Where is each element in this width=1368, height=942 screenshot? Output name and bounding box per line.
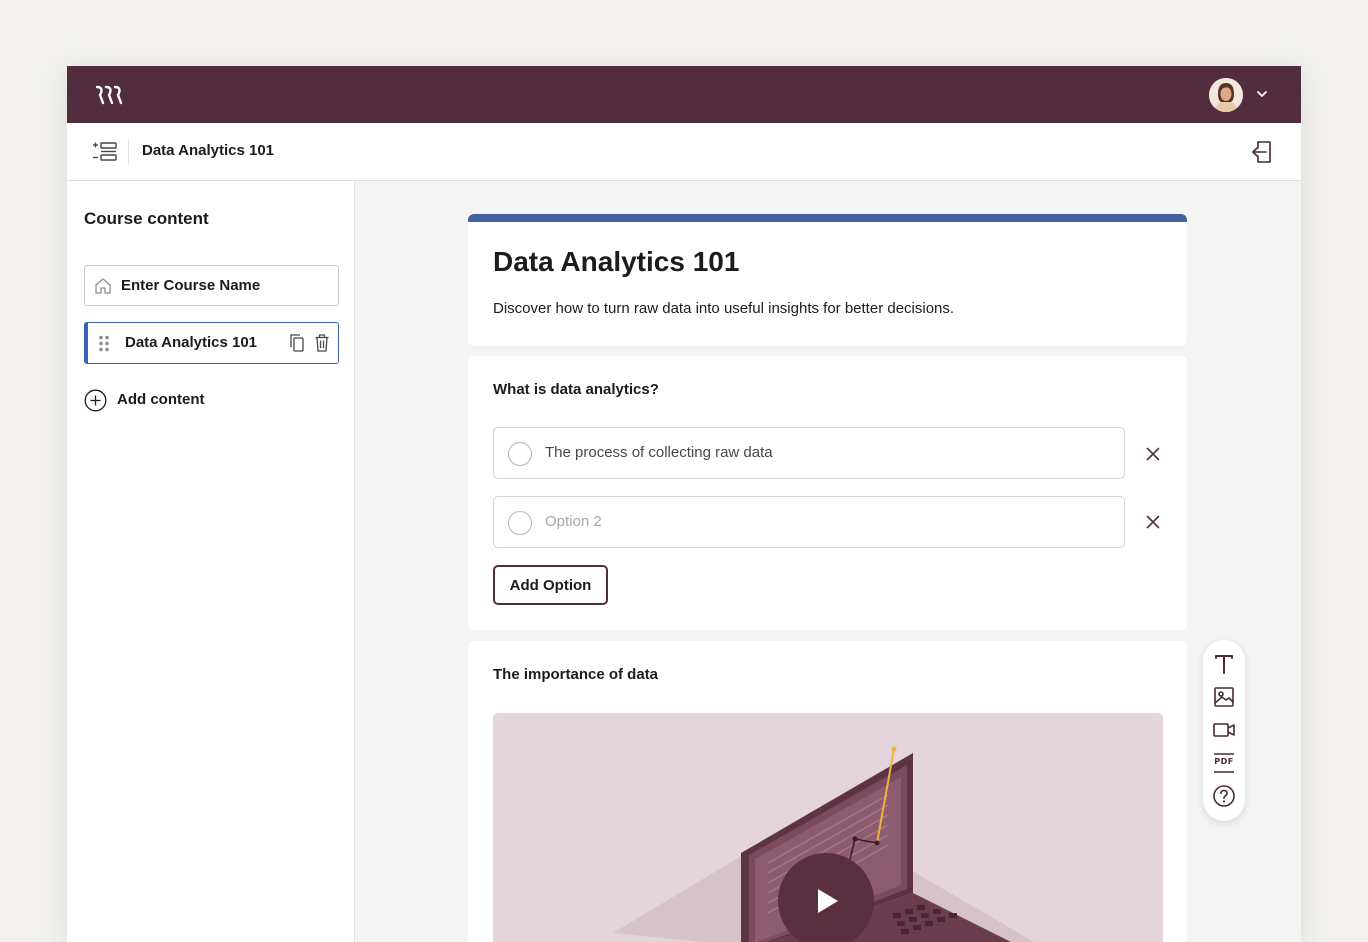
- media-title[interactable]: The importance of data: [493, 666, 658, 683]
- image-icon[interactable]: [1212, 685, 1236, 709]
- course-heading[interactable]: Data Analytics 101: [493, 246, 739, 278]
- video-thumbnail: [493, 713, 1163, 942]
- option-row[interactable]: The process of collecting raw data: [493, 427, 1125, 479]
- subbar-divider: [128, 140, 129, 164]
- copy-icon[interactable]: [290, 334, 304, 352]
- course-header-card: Data Analytics 101 Discover how to turn …: [468, 214, 1187, 346]
- sidebar-heading: Course content: [84, 209, 209, 228]
- trash-icon[interactable]: [315, 334, 329, 352]
- drag-handle-icon[interactable]: [98, 335, 110, 352]
- header-accent-bar: [468, 214, 1187, 222]
- pdf-label: PDF: [1214, 757, 1234, 766]
- radio-button[interactable]: [508, 442, 532, 466]
- close-icon[interactable]: [1146, 447, 1160, 461]
- course-name-field[interactable]: Enter Course Name: [84, 265, 339, 306]
- outline-list-icon[interactable]: [92, 141, 117, 163]
- quiz-card: What is data analytics? The process of c…: [468, 356, 1187, 630]
- video-icon[interactable]: [1212, 718, 1236, 742]
- media-card: The importance of data: [468, 641, 1187, 942]
- add-content-button[interactable]: Add content: [84, 388, 264, 412]
- add-content-label: Add content: [117, 391, 205, 408]
- video-player[interactable]: [493, 713, 1163, 942]
- course-name-label: Enter Course Name: [121, 277, 261, 294]
- text-icon[interactable]: [1212, 652, 1236, 676]
- question-text[interactable]: What is data analytics?: [493, 381, 659, 398]
- radio-button[interactable]: [508, 511, 532, 535]
- option-input-placeholder[interactable]: Option 2: [545, 513, 602, 530]
- course-title: Data Analytics 101: [142, 142, 275, 159]
- sub-header: Data Analytics 101: [67, 123, 1301, 181]
- content-toolbox: PDF: [1203, 640, 1245, 821]
- option-row[interactable]: Option 2: [493, 496, 1125, 548]
- exit-icon[interactable]: [1251, 140, 1273, 164]
- top-bar: [67, 66, 1301, 123]
- chevron-down-icon[interactable]: [1255, 87, 1269, 101]
- close-icon[interactable]: [1146, 515, 1160, 529]
- course-editor-window: Data Analytics 101 Course content Enter …: [67, 66, 1301, 942]
- sidebar-item-label: Data Analytics 101: [125, 334, 258, 351]
- question-icon[interactable]: [1212, 784, 1236, 808]
- pdf-icon[interactable]: PDF: [1212, 751, 1236, 775]
- brand-logo[interactable]: [95, 83, 125, 107]
- add-circle-icon: [84, 389, 107, 412]
- sidebar-item-data-analytics[interactable]: Data Analytics 101: [84, 322, 339, 364]
- sidebar: Course content Enter Course Name Data An…: [67, 181, 355, 942]
- course-description[interactable]: Discover how to turn raw data into usefu…: [493, 300, 954, 317]
- option-input[interactable]: The process of collecting raw data: [545, 444, 773, 461]
- add-option-button[interactable]: Add Option: [493, 565, 608, 605]
- home-icon: [95, 278, 111, 294]
- user-avatar[interactable]: [1209, 78, 1243, 112]
